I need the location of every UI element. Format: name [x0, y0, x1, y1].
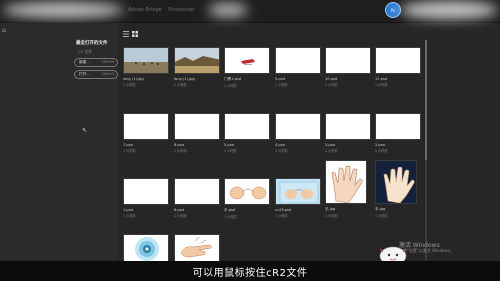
new-file-label: 新建...: [79, 60, 90, 64]
file-modified-time: 1 小时前: [275, 149, 288, 153]
file-name: 7.psd: [123, 143, 133, 147]
file-modified-time: 1 小时前: [174, 214, 187, 218]
file-name: 9.psd: [275, 77, 285, 81]
file-card[interactable]: [123, 234, 169, 262]
file-thumbnail[interactable]: [275, 47, 321, 74]
file-modified-time: 1 小时前: [123, 149, 136, 153]
blurred-region-mid: [208, 3, 248, 17]
file-modified-time: 1 小时前: [123, 214, 136, 218]
file-name: 3.psd: [325, 143, 335, 147]
file-thumbnail[interactable]: [325, 160, 367, 204]
file-name: 手.jpg: [325, 207, 336, 211]
file-card[interactable]: 1.psd 1 小时前: [123, 178, 169, 218]
file-thumbnail[interactable]: [174, 178, 220, 205]
open-file-shortcut: Ctrl+O: [101, 72, 114, 76]
file-modified-time: 1 小时前: [224, 215, 237, 219]
list-view-icon[interactable]: [123, 31, 129, 37]
file-card[interactable]: 2.psd 1 小时前: [375, 113, 421, 153]
file-card[interactable]: 4.psd 1 小时前: [275, 113, 321, 153]
file-thumbnail[interactable]: [174, 234, 220, 262]
open-file-label: 打开...: [79, 72, 90, 76]
file-card[interactable]: 手.jpg 1 小时前: [325, 160, 371, 218]
file-name: 门票1.psd: [224, 77, 242, 81]
file-card[interactable]: 11.psd 1 小时前: [375, 47, 421, 87]
file-card[interactable]: 7.psd 1 小时前: [123, 113, 169, 153]
file-modified-time: 1 小时前: [174, 83, 187, 87]
file-name: long (1).jpg: [174, 77, 195, 81]
file-name: 手.psd: [224, 208, 236, 212]
file-name: 4.psd: [275, 143, 285, 147]
file-card[interactable]: 3.psd 1 小时前: [325, 113, 371, 153]
file-modified-time: 1 小时前: [325, 149, 338, 153]
file-card[interactable]: 9.psd 1 小时前: [275, 47, 321, 87]
blurred-region-left: [2, 2, 124, 18]
file-card[interactable]: xing (1).jpg 1 小时前: [123, 47, 169, 87]
file-modified-time: 1 小时前: [174, 149, 187, 153]
file-card[interactable]: 门票1.psd 1 小时前: [224, 47, 270, 88]
file-thumbnail[interactable]: [325, 47, 371, 74]
app-name-photoshop: Photoshop: [168, 7, 195, 13]
file-modified-time: 1 小时前: [325, 214, 338, 218]
file-card[interactable]: cc23.psd 1 小时前: [275, 178, 321, 218]
file-thumbnail[interactable]: [123, 234, 169, 262]
title-bar: Adobe Bridge Photoshop Ps: [0, 0, 500, 23]
new-file-button[interactable]: 新建... Ctrl+N: [74, 58, 118, 67]
file-thumbnail[interactable]: [224, 47, 270, 74]
file-modified-time: 1 小时前: [375, 214, 388, 218]
blurred-region-right: [400, 1, 498, 19]
file-thumbnail[interactable]: [123, 113, 169, 140]
file-modified-time: 1 小时前: [224, 149, 237, 153]
file-name: 11.psd: [375, 77, 388, 81]
file-card[interactable]: 手.jpg 1 小时前: [375, 160, 421, 218]
file-name: 1.psd: [123, 208, 133, 212]
file-name: 6.psd: [174, 208, 184, 212]
file-card[interactable]: 10.psd 1 小时前: [325, 47, 371, 87]
grid-scrollbar[interactable]: [425, 40, 427, 270]
file-card[interactable]: 6.psd 1 小时前: [174, 178, 220, 218]
file-modified-time: 1 小时前: [275, 214, 288, 218]
file-name: xing (1).jpg: [123, 77, 144, 81]
file-card[interactable]: long (1).jpg 1 小时前: [174, 47, 220, 87]
file-thumbnail[interactable]: [275, 178, 321, 205]
file-thumbnail[interactable]: [375, 113, 421, 140]
app-name-bridge: Adobe Bridge: [128, 7, 162, 13]
new-file-shortcut: Ctrl+N: [101, 60, 114, 64]
grid-view-icon[interactable]: [132, 31, 138, 37]
file-name: 8.psd: [174, 143, 184, 147]
video-subtitle: 可以用鼠标按住cR2文件: [192, 268, 308, 279]
file-modified-time: 1 小时前: [275, 83, 288, 87]
file-thumbnail[interactable]: [375, 160, 417, 204]
file-thumbnail[interactable]: [325, 113, 371, 140]
file-thumbnail[interactable]: [224, 178, 270, 205]
file-name: 手.jpg: [375, 207, 386, 211]
file-card[interactable]: 手.psd 1 小时前: [224, 178, 270, 219]
file-thumbnail[interactable]: [174, 113, 220, 140]
file-thumbnail[interactable]: [224, 113, 270, 140]
file-thumbnail[interactable]: [123, 47, 169, 74]
file-name: cc23.psd: [275, 208, 292, 212]
file-card[interactable]: [174, 234, 220, 262]
scrollbar-thumb[interactable]: [425, 40, 427, 160]
file-modified-time: 1 小时前: [123, 83, 136, 87]
file-thumbnail[interactable]: [375, 47, 421, 74]
file-modified-time: 1 小时前: [224, 84, 237, 88]
file-thumbnail[interactable]: [275, 113, 321, 140]
file-modified-time: 1 小时前: [375, 149, 388, 153]
file-thumbnail[interactable]: [174, 47, 220, 74]
file-name: 10.psd: [325, 77, 338, 81]
file-card[interactable]: 5.psd 1 小时前: [224, 113, 270, 153]
recent-files-heading: 最近打开的文件: [76, 41, 108, 46]
mouse-cursor-icon: ↖: [82, 127, 88, 134]
open-file-button[interactable]: 打开... Ctrl+O: [74, 70, 118, 79]
file-thumbnail[interactable]: [123, 178, 169, 205]
file-name: 5.psd: [224, 143, 234, 147]
account-avatar[interactable]: Ps: [385, 2, 401, 18]
file-name: 2.psd: [375, 143, 385, 147]
file-card[interactable]: 8.psd 1 小时前: [174, 113, 220, 153]
file-modified-time: 1 小时前: [325, 83, 338, 87]
home-icon[interactable]: ⌂: [2, 27, 6, 34]
file-modified-time: 1 小时前: [375, 83, 388, 87]
cc-files-link[interactable]: CC 文件: [78, 49, 92, 55]
